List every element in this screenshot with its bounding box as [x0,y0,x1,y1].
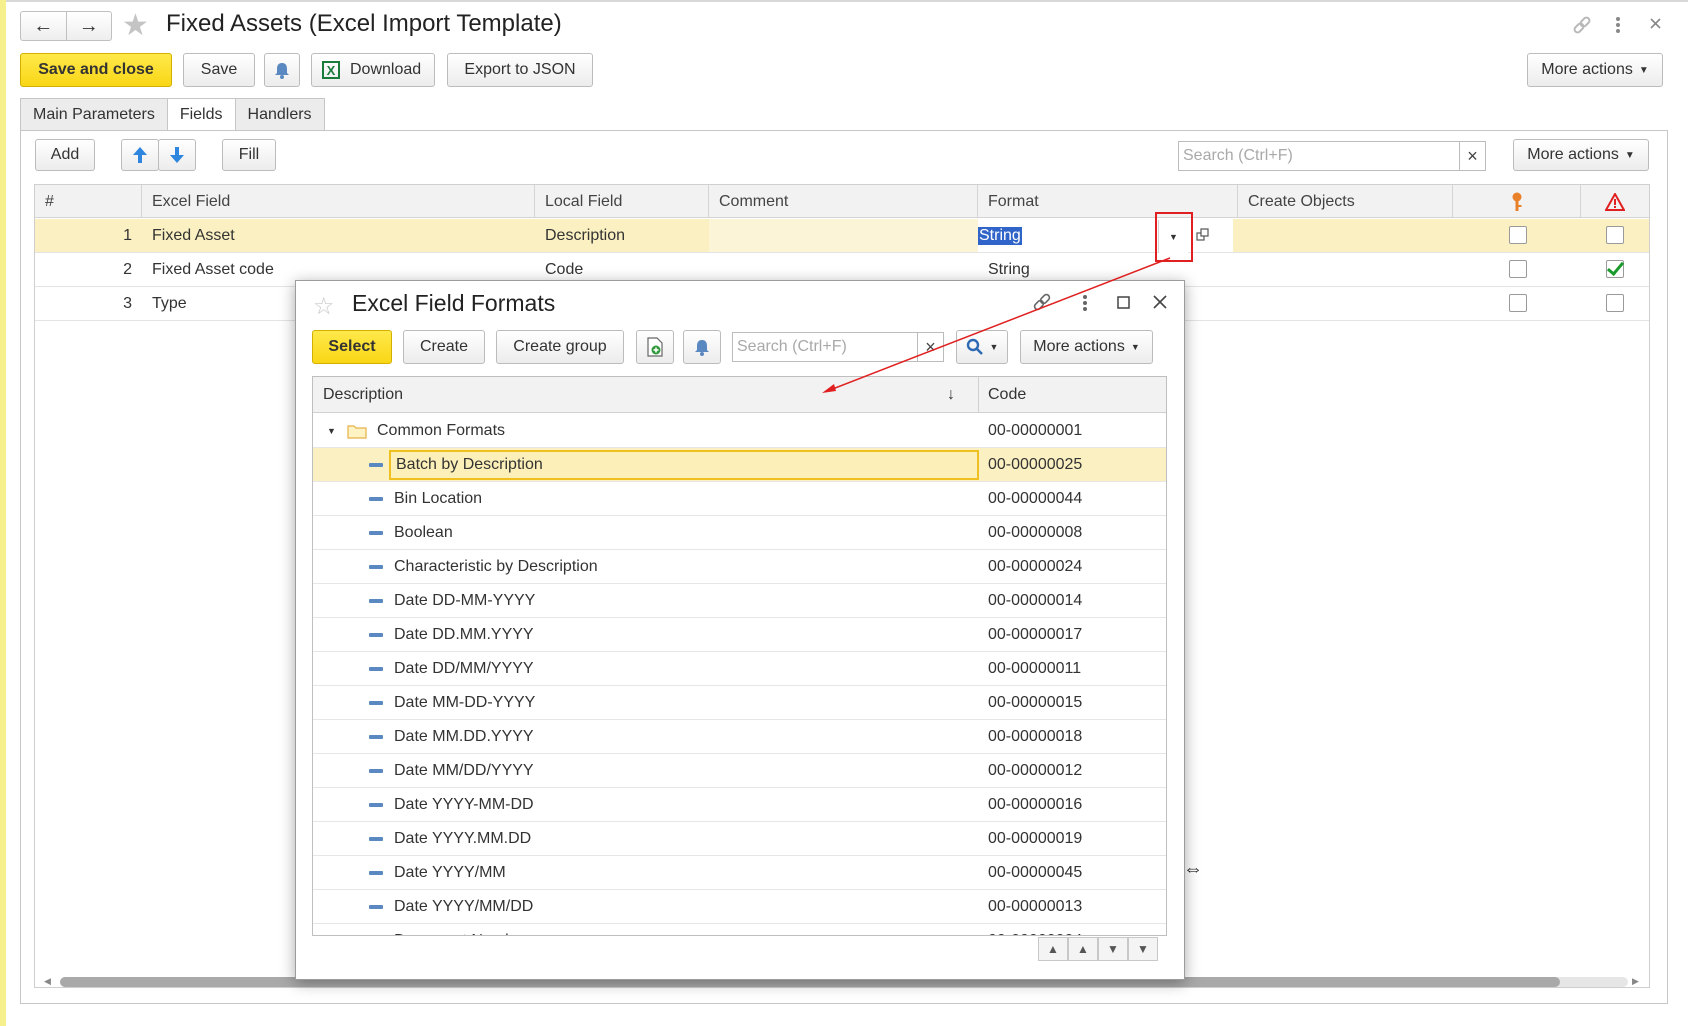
resize-cursor-icon: ⇔ [1183,858,1203,880]
annotation-arrow [822,257,1171,393]
